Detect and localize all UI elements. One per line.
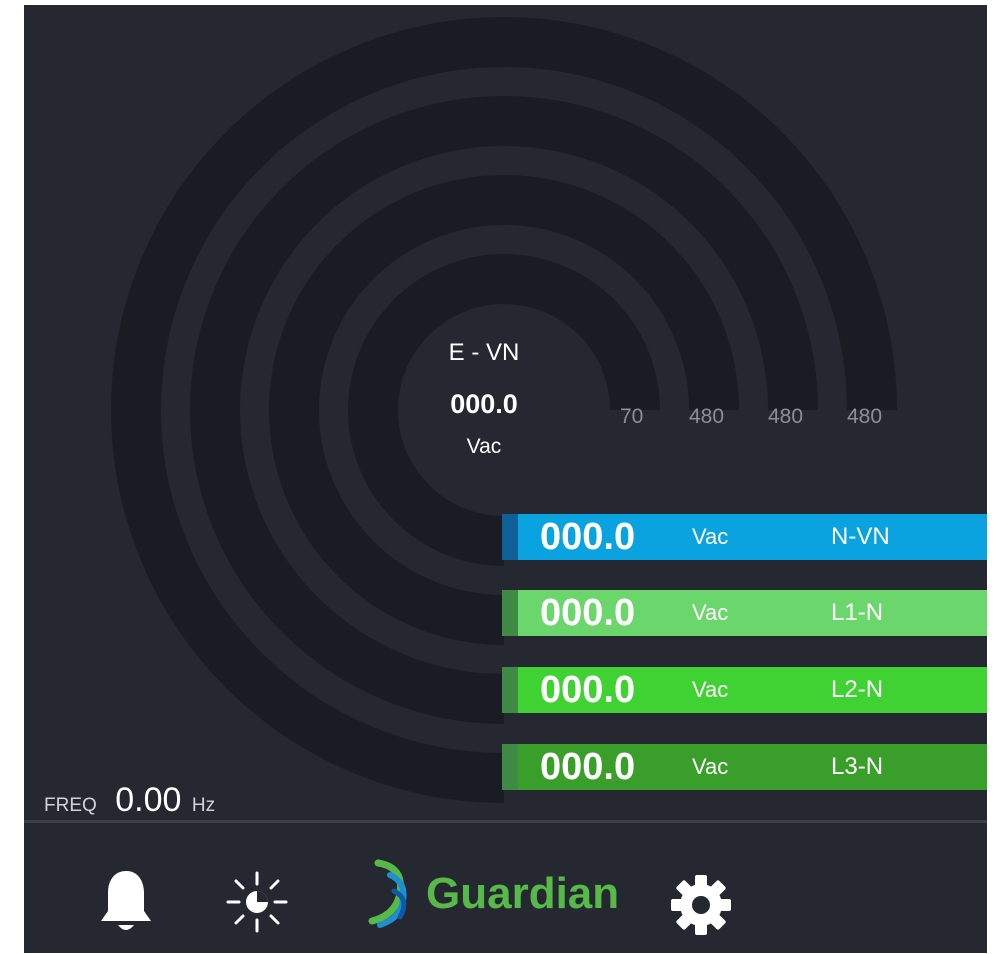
phase-value: 000.0 xyxy=(540,669,636,711)
phase-unit: Vac xyxy=(692,754,729,779)
gauge-scale-label: 480 xyxy=(768,405,804,428)
phase-row-l1-n[interactable]: 000.0 Vac L1-N xyxy=(502,590,987,636)
phase-value: 000.0 xyxy=(540,516,636,558)
gauge-scale-label: 480 xyxy=(847,405,883,428)
frequency-readout: FREQ 0.00 Hz xyxy=(44,781,215,820)
bottom-toolbar: Guardian xyxy=(24,823,987,953)
frequency-label: FREQ xyxy=(44,795,97,816)
phase-edge xyxy=(502,667,518,713)
gear-icon[interactable] xyxy=(669,873,733,937)
gauge-unit: Vac xyxy=(466,435,502,458)
device-screen: E - VN 000.0 Vac 70 480 480 480 000.0 Va… xyxy=(24,5,987,953)
logo-text: Guardian xyxy=(426,869,620,918)
phase-row-l3-n[interactable]: 000.0 Vac L3-N xyxy=(502,744,987,790)
phase-name: L1-N xyxy=(831,599,884,626)
phase-edge xyxy=(502,744,518,790)
guardian-logo-mark xyxy=(368,859,407,928)
phase-edge xyxy=(502,514,518,560)
phase-row-n-vn[interactable]: 000.0 Vac N-VN xyxy=(502,514,987,560)
gauge-title: E - VN xyxy=(448,339,520,366)
gauge-scale-label: 70 xyxy=(620,405,644,428)
phase-unit: Vac xyxy=(692,677,729,702)
sun-icon[interactable] xyxy=(224,869,290,935)
phase-value: 000.0 xyxy=(540,592,636,634)
frequency-value: 0.00 xyxy=(115,781,182,819)
guardian-logo: Guardian xyxy=(364,853,644,933)
frequency-unit: Hz xyxy=(191,795,216,816)
phase-edge xyxy=(502,590,518,636)
phase-unit: Vac xyxy=(692,524,729,549)
phase-row-l2-n[interactable]: 000.0 Vac L2-N xyxy=(502,667,987,713)
bell-icon[interactable] xyxy=(96,867,156,937)
phase-name: L2-N xyxy=(831,676,884,703)
phase-value: 000.0 xyxy=(540,746,636,788)
gauge-value: 000.0 xyxy=(450,389,518,419)
phase-name: L3-N xyxy=(831,753,884,780)
phase-name: N-VN xyxy=(831,523,890,550)
gauge-scale-label: 480 xyxy=(689,405,725,428)
phase-unit: Vac xyxy=(692,600,729,625)
